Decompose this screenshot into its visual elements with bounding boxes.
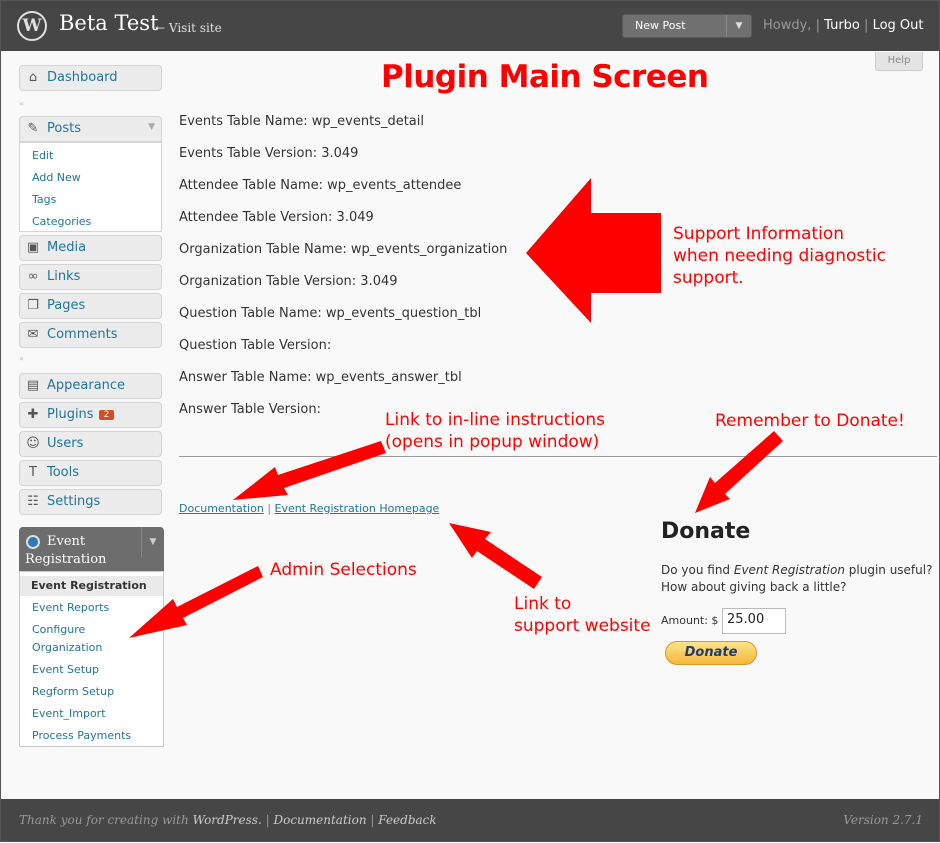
- annotation-line: support website: [514, 616, 651, 636]
- separator: |: [265, 813, 270, 827]
- footer-left: Thank you for creating with WordPress. |…: [19, 813, 437, 827]
- admin-arrow: [129, 566, 263, 638]
- annotation-line: (opens in popup window): [385, 432, 600, 452]
- donate-arrow: [695, 431, 783, 513]
- footer-documentation-link[interactable]: Documentation: [273, 813, 366, 827]
- footer-thanks: Thank you for creating with: [19, 813, 189, 827]
- annotation-line: Link to: [514, 594, 572, 614]
- inline-arrow: [233, 441, 386, 500]
- admin-window: W Beta Test ← Visit site New Post ▼ Howd…: [0, 0, 940, 842]
- footer-wordpress-link[interactable]: WordPress.: [193, 813, 262, 827]
- separator: |: [370, 813, 375, 827]
- annotation-website: Link to support website: [514, 593, 651, 637]
- annotation-admin: Admin Selections: [270, 560, 417, 580]
- annotation-donate: Remember to Donate!: [715, 411, 905, 431]
- annotation-line: Support Information: [673, 224, 845, 244]
- annotation-inline: Link to in-line instructions (opens in p…: [385, 409, 605, 453]
- annotation-line: support.: [673, 268, 744, 288]
- annotation-support: Support Information when needing diagnos…: [673, 223, 886, 289]
- website-arrow: [449, 523, 542, 589]
- annotation-line: when needing diagnostic: [673, 246, 886, 266]
- support-arrow: [526, 178, 661, 323]
- annotation-line: Link to in-line instructions: [385, 410, 605, 430]
- footer-version: Version 2.7.1: [843, 813, 923, 827]
- footer-feedback-link[interactable]: Feedback: [378, 813, 436, 827]
- admin-footer: Thank you for creating with WordPress. |…: [1, 799, 939, 841]
